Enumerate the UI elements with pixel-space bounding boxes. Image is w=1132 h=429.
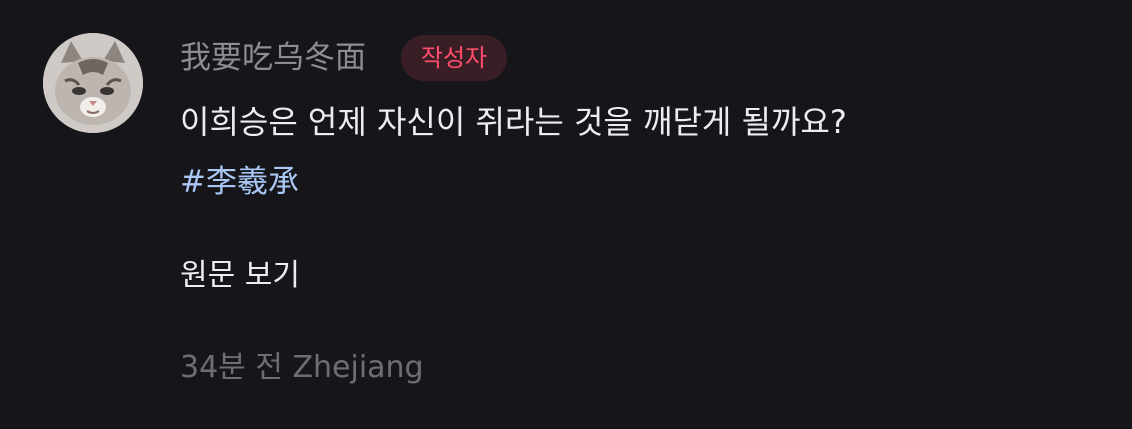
timestamp: 34분 전: [180, 350, 283, 385]
view-original-button[interactable]: 원문 보기: [180, 254, 300, 298]
location: Zhejiang: [292, 350, 424, 385]
comment-text: 이희승은 언제 자신이 쥐라는 것을 깨닫게 될까요?: [180, 103, 847, 141]
author-badge: 작성자: [401, 35, 507, 81]
cat-avatar-icon: [43, 33, 143, 133]
hashtag-link[interactable]: #李羲承: [180, 160, 299, 204]
avatar[interactable]: [43, 33, 143, 133]
comment-meta: 34분 전 Zhejiang: [180, 346, 424, 390]
comment-item: 我要吃乌冬面 작성자 이희승은 언제 자신이 쥐라는 것을 깨닫게 될까요? #…: [0, 0, 1132, 429]
username[interactable]: 我要吃乌冬面: [180, 38, 366, 78]
